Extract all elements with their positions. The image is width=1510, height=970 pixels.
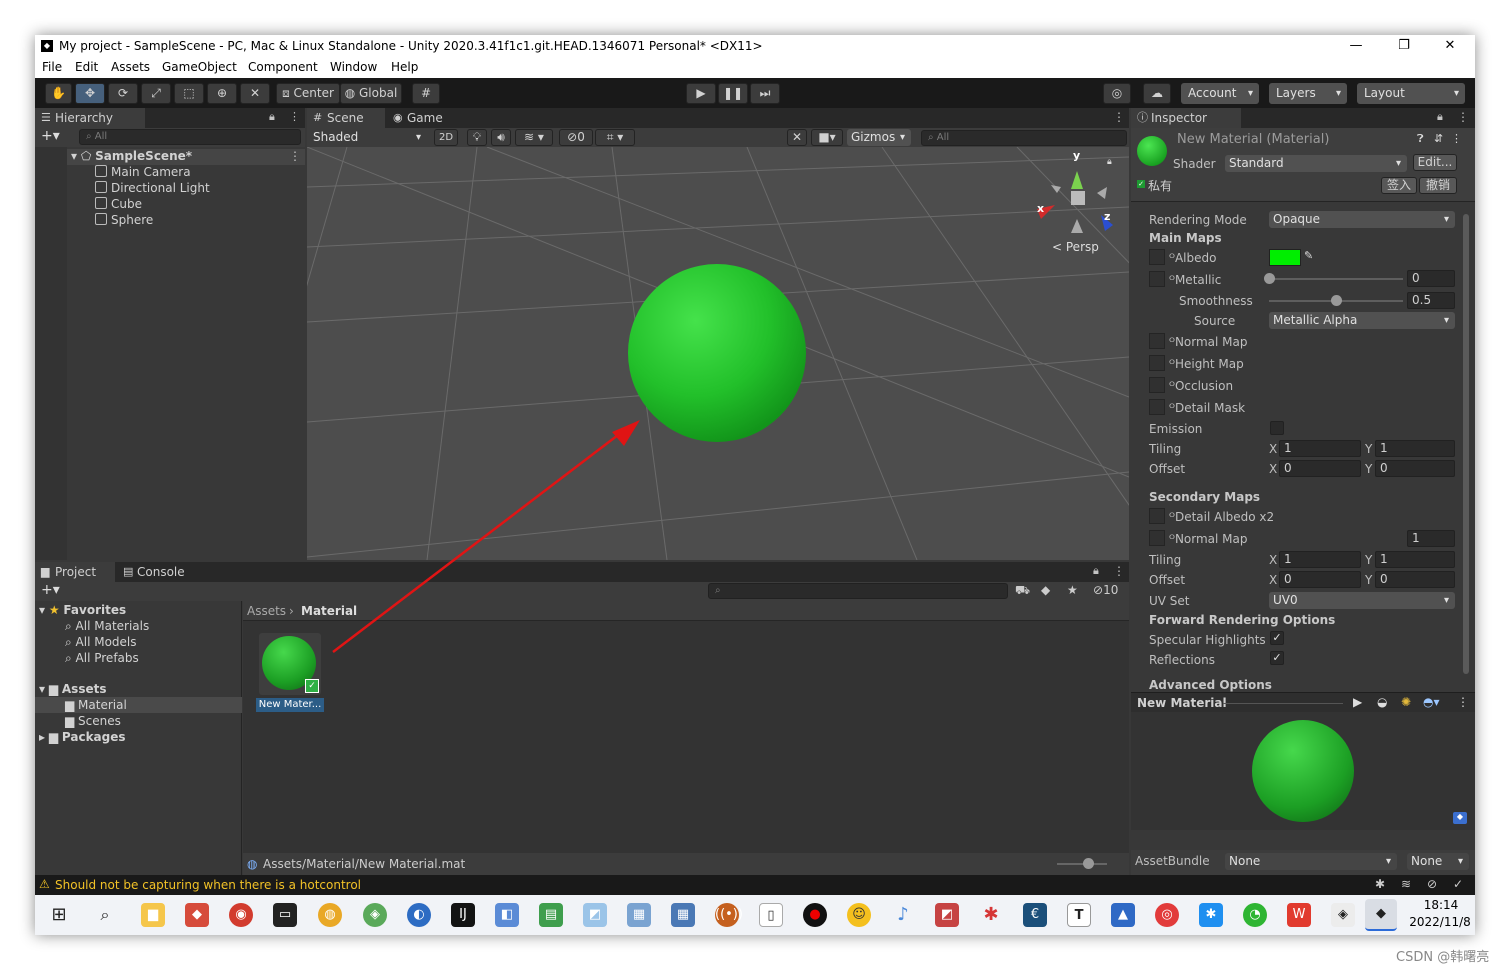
annotation-arrow-line <box>332 431 623 653</box>
annotation-layer <box>332 420 640 653</box>
annotation-arrowhead <box>612 420 640 446</box>
watermark: CSDN @韩曙亮 <box>1396 950 1490 965</box>
